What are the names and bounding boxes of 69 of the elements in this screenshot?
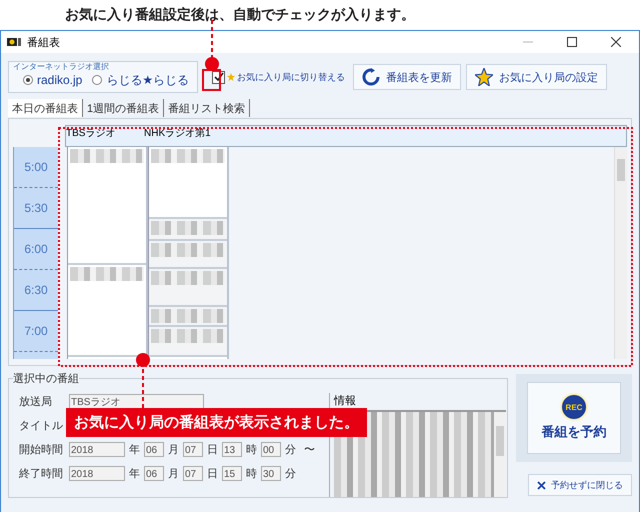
blurred-program[interactable] bbox=[149, 307, 227, 327]
field-label: 放送局 bbox=[18, 394, 53, 408]
time-label: 6:30 bbox=[24, 283, 48, 297]
year-field[interactable]: 2018 bbox=[69, 466, 125, 480]
unit-label: 分 bbox=[284, 466, 297, 480]
field-label: タイトル bbox=[18, 418, 64, 432]
minute-field[interactable]: 30 bbox=[261, 466, 281, 480]
scrollbar[interactable] bbox=[494, 412, 506, 497]
app-icon bbox=[7, 37, 21, 47]
field-label: 開始時間 bbox=[18, 442, 64, 456]
time-label: 5:00 bbox=[24, 160, 48, 174]
time-label: 7:00 bbox=[24, 324, 48, 338]
radio-option[interactable]: らじる★らじる bbox=[92, 72, 190, 88]
year-field[interactable]: 2018 bbox=[69, 442, 125, 456]
tab[interactable]: 番組リスト検索 bbox=[164, 99, 250, 117]
close-icon bbox=[537, 480, 546, 490]
unit-label: 月 bbox=[167, 466, 180, 480]
time-label: 5:30 bbox=[24, 201, 48, 215]
day-field[interactable]: 07 bbox=[183, 442, 203, 456]
callout-label: お気に入り局の番組表が表示されました。 bbox=[66, 408, 367, 437]
unit-label: 年 bbox=[128, 442, 141, 456]
time-label: 6:00 bbox=[24, 242, 48, 256]
close-icon[interactable] bbox=[611, 37, 621, 47]
tab[interactable]: 1週間の番組表 bbox=[83, 99, 164, 117]
field-label: 終了時間 bbox=[18, 466, 64, 480]
scrollbar[interactable] bbox=[614, 147, 627, 359]
info-label: 情報 bbox=[334, 394, 357, 408]
checkbox-label[interactable]: お気に入り局に切り替える bbox=[237, 70, 345, 84]
station-header: TBSラジオ bbox=[66, 127, 116, 140]
blurred-program[interactable] bbox=[149, 269, 227, 307]
unit-label: 日 bbox=[206, 442, 219, 456]
station-header: NHKラジオ第1 bbox=[144, 127, 212, 140]
star-icon bbox=[227, 73, 235, 81]
radio-option[interactable]: radiko.jp bbox=[23, 72, 82, 88]
blurred-program[interactable] bbox=[149, 147, 227, 219]
station-field[interactable]: TBSラジオ bbox=[69, 394, 204, 408]
unit-label: 日 bbox=[206, 466, 219, 480]
group-legend: インターネットラジオ選択 bbox=[13, 62, 193, 72]
radio-icon[interactable] bbox=[23, 75, 33, 85]
unit-label: 月 bbox=[167, 442, 180, 456]
unit-label: 時 bbox=[245, 466, 258, 480]
month-field[interactable]: 06 bbox=[144, 442, 164, 456]
maximize-icon[interactable] bbox=[567, 37, 577, 47]
range-tilde: 〜 bbox=[303, 442, 316, 456]
refresh-button[interactable]: 番組表を更新 bbox=[353, 64, 461, 90]
rec-badge: REC bbox=[562, 395, 586, 419]
window-title: 番組表 bbox=[27, 36, 60, 50]
unit-label: 分 bbox=[284, 442, 297, 456]
favorites-settings-button[interactable]: お気に入り局の設定 bbox=[466, 64, 607, 90]
hour-field[interactable]: 13 bbox=[222, 442, 242, 456]
month-field[interactable]: 06 bbox=[144, 466, 164, 480]
minute-field[interactable]: 00 bbox=[261, 442, 281, 456]
refresh-icon bbox=[362, 68, 380, 86]
blurred-program[interactable] bbox=[149, 327, 227, 357]
unit-label: 年 bbox=[128, 466, 141, 480]
close-without-reserving-button[interactable]: 予約せずに閉じる bbox=[528, 474, 632, 496]
unit-label: 時 bbox=[245, 442, 258, 456]
star-icon bbox=[475, 68, 493, 86]
hour-field[interactable]: 15 bbox=[222, 466, 242, 480]
annotation-text: お気に入り番組設定後は、自動でチェックが入ります。 bbox=[64, 5, 416, 24]
blurred-program[interactable] bbox=[149, 241, 227, 269]
group-legend: 選択中の番組 bbox=[13, 371, 79, 386]
blurred-program[interactable] bbox=[68, 147, 146, 265]
reserve-button[interactable]: REC 番組を予約 bbox=[527, 382, 621, 454]
day-field[interactable]: 07 bbox=[183, 466, 203, 480]
tab[interactable]: 本日の番組表 bbox=[8, 99, 83, 117]
blurred-program[interactable] bbox=[149, 219, 227, 241]
blurred-program[interactable] bbox=[68, 265, 146, 357]
radio-icon[interactable] bbox=[92, 75, 102, 85]
